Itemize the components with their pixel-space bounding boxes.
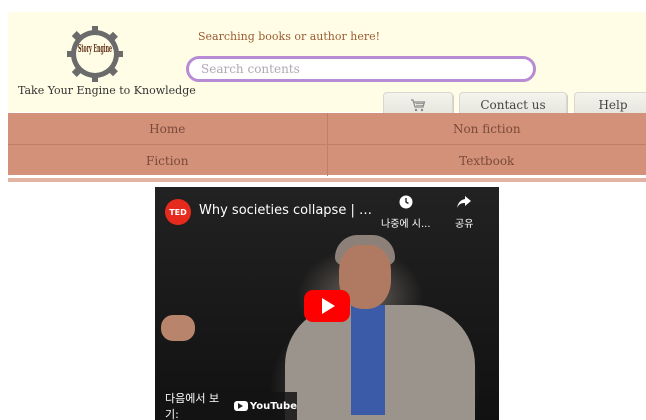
nav-item-non-fiction[interactable]: Non fiction: [326, 113, 646, 144]
search-label: Searching books or author here!: [198, 30, 381, 43]
share-button[interactable]: 공유: [455, 195, 473, 230]
video-player[interactable]: TED Why societies collapse | Jared Diamo…: [155, 187, 499, 420]
youtube-label: YouTube: [249, 400, 297, 412]
share-icon: [456, 195, 472, 213]
nav-item-home[interactable]: Home: [8, 113, 327, 144]
tagline: Take Your Engine to Knowledge: [18, 84, 196, 97]
video-title[interactable]: Why societies collapse | Jared Diamond: [199, 203, 375, 218]
watch-later-button[interactable]: 나중에 시...: [381, 195, 431, 230]
story-engine-logo[interactable]: Story Engine: [60, 26, 130, 82]
logo-text: Story Engine: [78, 42, 112, 55]
share-label: 공유: [455, 219, 474, 230]
main-nav: Home Non fiction Fiction Textbook: [8, 113, 646, 176]
presenter-shirt: [351, 305, 385, 415]
clock-icon: [399, 195, 413, 213]
ted-channel-logo[interactable]: TED: [165, 199, 191, 225]
watch-later-label: 나중에 시...: [381, 219, 431, 230]
youtube-logo: YouTube: [233, 400, 297, 412]
nav-item-fiction[interactable]: Fiction: [8, 145, 327, 176]
site-header: Story Engine Take Your Engine to Knowled…: [8, 12, 646, 118]
divider: [8, 178, 646, 182]
play-button[interactable]: [304, 290, 350, 322]
cart-icon: [411, 99, 426, 112]
youtube-icon: [233, 401, 248, 411]
search-input[interactable]: [186, 56, 536, 82]
play-icon: [322, 298, 335, 314]
watch-on-label: 다음에서 보기:: [165, 392, 220, 420]
watch-on-youtube[interactable]: 다음에서 보기: YouTube: [155, 392, 297, 420]
presenter-hand: [161, 315, 195, 341]
nav-item-textbook[interactable]: Textbook: [326, 145, 646, 176]
